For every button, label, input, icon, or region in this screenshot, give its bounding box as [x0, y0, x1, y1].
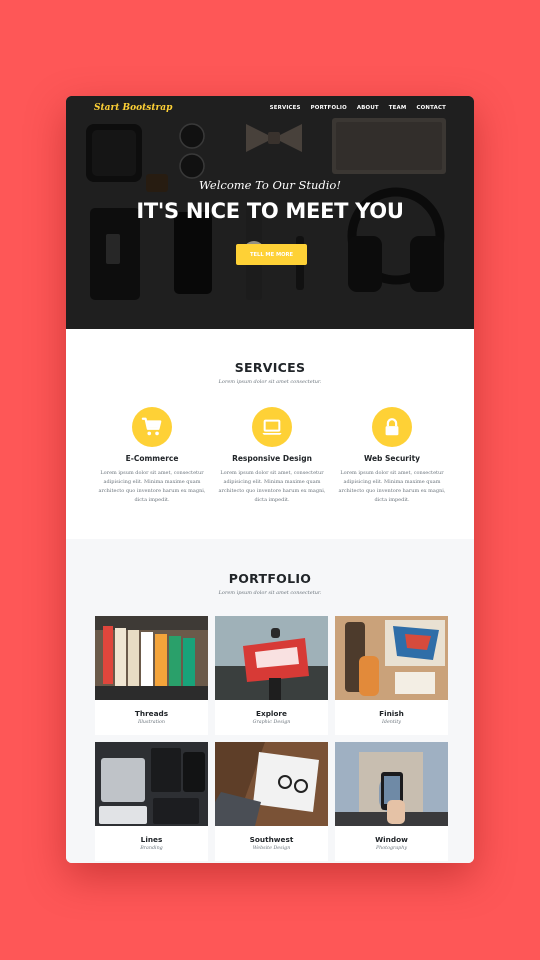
portfolio-item-name: Explore: [256, 709, 287, 718]
portfolio-item-name: Finish: [379, 709, 404, 718]
portfolio-item-window[interactable]: Window Photography: [335, 742, 448, 861]
portfolio-thumbnail: [335, 616, 448, 700]
service-description: Lorem ipsum dolor sit amet, consectetur …: [98, 470, 206, 503]
website-preview-card: Start Bootstrap SERVICES PORTFOLIO ABOUT…: [66, 96, 474, 863]
hero-lead-text: Welcome To Our Studio!: [199, 178, 341, 192]
service-title: E-Commerce: [125, 454, 179, 463]
service-description: Lorem ipsum dolor sit amet, consectetur …: [218, 470, 326, 503]
navbar: Start Bootstrap SERVICES PORTFOLIO ABOUT…: [66, 96, 474, 120]
services-section: SERVICES Lorem ipsum dolor sit amet cons…: [66, 329, 474, 539]
portfolio-item-category: Branding: [140, 846, 163, 851]
portfolio-item-name: Window: [375, 835, 408, 844]
portfolio-item-name: Lines: [140, 835, 163, 844]
portfolio-item-category: Illustration: [137, 720, 166, 725]
nav-link-services[interactable]: SERVICES: [270, 105, 301, 111]
service-description: Lorem ipsum dolor sit amet, consectetur …: [338, 470, 446, 503]
hero-section: Start Bootstrap SERVICES PORTFOLIO ABOUT…: [66, 96, 474, 329]
nav-link-team[interactable]: TEAM: [389, 105, 407, 111]
service-title: Web Security: [363, 454, 421, 463]
portfolio-thumbnail: [95, 616, 208, 700]
portfolio-section: PORTFOLIO Lorem ipsum dolor sit amet con…: [66, 539, 474, 863]
nav-menu: SERVICES PORTFOLIO ABOUT TEAM CONTACT: [270, 105, 446, 111]
portfolio-title: PORTFOLIO: [228, 571, 312, 586]
portfolio-item-explore[interactable]: Explore Graphic Design: [215, 616, 328, 735]
service-responsive-design: Responsive Design Lorem ipsum dolor sit …: [217, 407, 327, 505]
nav-link-contact[interactable]: CONTACT: [416, 105, 446, 111]
portfolio-thumbnail: [95, 742, 208, 826]
portfolio-thumbnail: [335, 742, 448, 826]
portfolio-thumbnail: [215, 742, 328, 826]
laptop-icon: [252, 407, 292, 447]
shopping-cart-icon: [132, 407, 172, 447]
service-title: Responsive Design: [232, 454, 312, 463]
hero-heading: IT'S NICE TO MEET YOU: [136, 199, 404, 223]
nav-link-portfolio[interactable]: PORTFOLIO: [311, 105, 347, 111]
portfolio-thumbnail: [215, 616, 328, 700]
portfolio-item-category: Graphic Design: [252, 720, 291, 725]
services-subtitle: Lorem ipsum dolor sit amet consectetur.: [218, 379, 322, 385]
portfolio-subtitle: Lorem ipsum dolor sit amet consectetur.: [218, 590, 322, 596]
portfolio-item-category: Identity: [382, 720, 401, 725]
portfolio-item-category: Photography: [375, 846, 408, 851]
portfolio-item-threads[interactable]: Threads Illustration: [95, 616, 208, 735]
portfolio-item-southwest[interactable]: Southwest Website Design: [215, 742, 328, 861]
portfolio-item-lines[interactable]: Lines Branding: [95, 742, 208, 861]
service-ecommerce: E-Commerce Lorem ipsum dolor sit amet, c…: [97, 407, 207, 505]
service-web-security: Web Security Lorem ipsum dolor sit amet,…: [337, 407, 447, 505]
tell-me-more-button[interactable]: TELL ME MORE: [236, 244, 307, 265]
portfolio-item-name: Southwest: [249, 835, 294, 844]
portfolio-item-name: Threads: [134, 709, 169, 718]
services-title: SERVICES: [234, 360, 306, 375]
lock-icon: [372, 407, 412, 447]
portfolio-item-category: Website Design: [252, 846, 291, 851]
portfolio-item-finish[interactable]: Finish Identity: [335, 616, 448, 735]
nav-link-about[interactable]: ABOUT: [357, 105, 379, 111]
brand-logo[interactable]: Start Bootstrap: [94, 103, 172, 113]
